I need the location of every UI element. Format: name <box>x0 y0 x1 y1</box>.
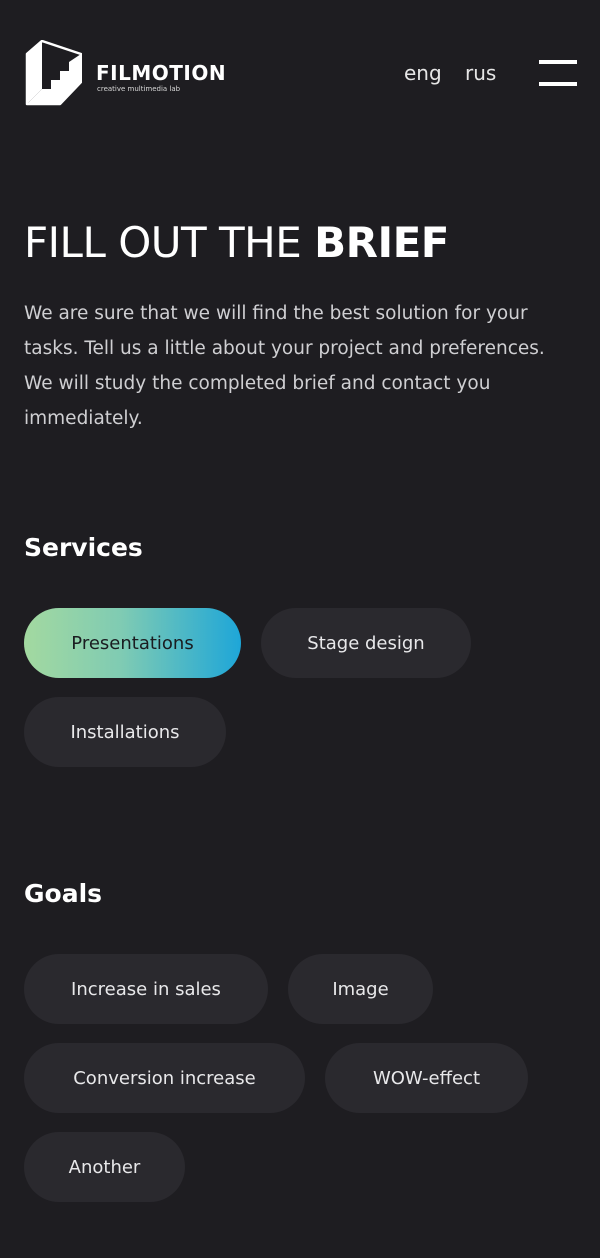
logo-name: FILMOTION <box>96 61 227 85</box>
services-heading: Services <box>24 533 143 562</box>
language-rus-link[interactable]: rus <box>465 61 496 85</box>
page-title-bold: BRIEF <box>314 218 449 267</box>
filmotion-logo[interactable]: FILMOTION creative multimedia lab <box>24 40 227 106</box>
goal-option-wow-effect[interactable]: WOW-effect <box>325 1043 528 1113</box>
goal-option-image[interactable]: Image <box>288 954 433 1024</box>
goal-option-conversion-increase[interactable]: Conversion increase <box>24 1043 305 1113</box>
goal-option-another[interactable]: Another <box>24 1132 185 1202</box>
logo-tagline: creative multimedia lab <box>97 85 181 93</box>
logo-mark-icon <box>25 40 82 106</box>
goal-option-increase-in-sales[interactable]: Increase in sales <box>24 954 268 1024</box>
service-option-installations[interactable]: Installations <box>24 697 226 767</box>
site-header: FILMOTION creative multimedia lab eng ru… <box>0 0 600 140</box>
hamburger-menu-icon[interactable] <box>539 60 577 87</box>
intro-text: We are sure that we will find the best s… <box>24 303 545 429</box>
service-option-stage-design[interactable]: Stage design <box>261 608 471 678</box>
language-eng-link[interactable]: eng <box>404 61 442 85</box>
goals-heading: Goals <box>24 879 103 908</box>
service-option-presentations[interactable]: Presentations <box>24 608 241 678</box>
page-title-regular: FILL OUT THE <box>24 218 315 267</box>
page-title: FILL OUT THE BRIEF <box>24 218 449 267</box>
